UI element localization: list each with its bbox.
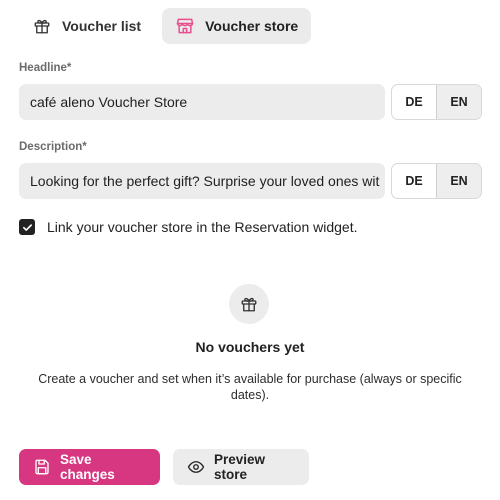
description-language-toggle: DE EN (391, 163, 482, 199)
store-icon (175, 16, 195, 36)
save-changes-button[interactable]: Save changes (19, 449, 160, 485)
gift-icon (32, 16, 52, 36)
link-widget-label: Link your voucher store in the Reservati… (47, 219, 358, 235)
description-lang-en[interactable]: EN (436, 164, 481, 198)
empty-state-description: Create a voucher and set when it’s avail… (38, 372, 462, 402)
preview-store-button[interactable]: Preview store (173, 449, 309, 485)
headline-language-toggle: DE EN (391, 84, 482, 120)
link-widget-checkbox[interactable] (19, 219, 35, 235)
link-widget-row: Link your voucher store in the Reservati… (19, 219, 358, 235)
empty-state-title: No vouchers yet (195, 339, 305, 355)
tab-voucher-list[interactable]: Voucher list (20, 8, 154, 44)
headline-input[interactable]: café aleno Voucher Store (19, 84, 385, 120)
description-label: Description* (19, 141, 87, 153)
save-icon (33, 458, 51, 476)
tab-bar: Voucher list Voucher store (20, 8, 312, 44)
empty-state-gift-icon (229, 284, 269, 324)
description-input[interactable]: Looking for the perfect gift? Surprise y… (19, 163, 385, 199)
preview-store-label: Preview store (214, 452, 266, 482)
headline-lang-en[interactable]: EN (436, 85, 481, 119)
description-lang-de[interactable]: DE (392, 164, 436, 198)
description-row: Looking for the perfect gift? Surprise y… (19, 163, 482, 199)
save-changes-label: Save changes (60, 452, 115, 482)
eye-icon (187, 458, 205, 476)
tab-voucher-store-label: Voucher store (205, 18, 299, 34)
voucher-settings-page: Voucher list Voucher store Headline* caf… (0, 0, 500, 500)
tab-voucher-list-label: Voucher list (62, 18, 142, 34)
tab-voucher-store[interactable]: Voucher store (162, 8, 312, 44)
headline-lang-de[interactable]: DE (392, 85, 436, 119)
headline-label: Headline* (19, 62, 72, 74)
headline-row: café aleno Voucher Store DE EN (19, 84, 482, 120)
check-icon (22, 223, 32, 231)
